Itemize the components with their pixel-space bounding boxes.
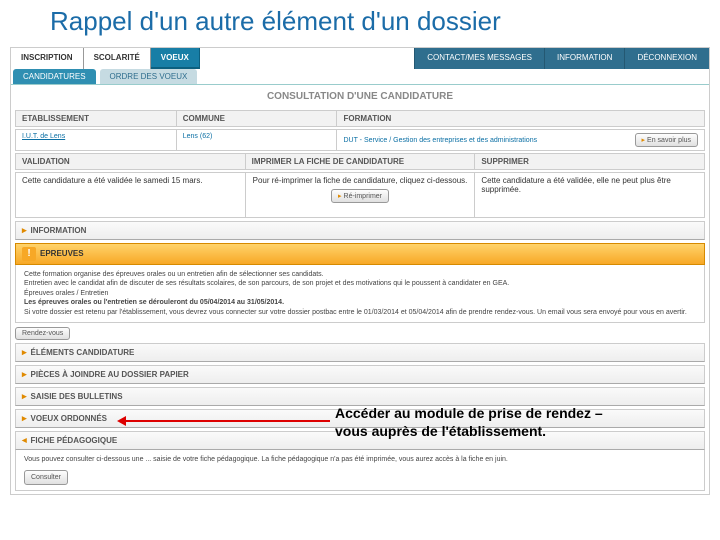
slide-title: Rappel d'un autre élément d'un dossier [0,0,720,47]
consulter-button[interactable]: Consulter [24,470,68,485]
nav-information[interactable]: INFORMATION [544,48,624,69]
reimprimer-button[interactable]: ▸Ré-imprimer [331,189,389,203]
rendez-vous-button[interactable]: Rendez-vous [15,327,70,340]
commune-cell: Lens (62) [177,130,338,150]
table1-header: ETABLISSEMENT COMMUNE FORMATION [15,110,705,127]
alert-icon: ! [22,247,36,261]
table2-row: Cette candidature a été validée le samed… [15,172,705,218]
nav-contact[interactable]: CONTACT/MES MESSAGES [414,48,544,69]
en-savoir-plus-button[interactable]: ▸En savoir plus [635,133,698,147]
validation-cell: Cette candidature a été validée le samed… [16,173,246,217]
imprimer-text: Pour ré-imprimer la fiche de candidature… [252,176,469,185]
page-title: CONSULTATION D'UNE CANDIDATURE [11,85,709,108]
acc-fiche-body: Vous pouvez consulter ci-dessous une ...… [15,450,705,491]
chevron-down-icon: ▾ [19,438,30,443]
nav-inscription[interactable]: INSCRIPTION [11,48,84,69]
acc-information[interactable]: ▸INFORMATION [15,221,705,240]
formation-cell: DUT - Service / Gestion des entreprises … [343,137,537,144]
chevron-right-icon: ▸ [338,193,342,200]
col-imprimer: IMPRIMER LA FICHE DE CANDIDATURE [246,154,476,169]
top-nav: INSCRIPTION SCOLARITÉ VOEUX CONTACT/MES … [11,48,709,69]
acc-bulletins[interactable]: ▸SAISIE DES BULLETINS [15,387,705,406]
nav-deconnexion[interactable]: DÉCONNEXION [624,48,709,69]
col-etablissement: ETABLISSEMENT [16,111,177,126]
acc-elements[interactable]: ▸ÉLÉMENTS CANDIDATURE [15,343,705,362]
chevron-right-icon: ▸ [22,347,27,357]
chevron-right-icon: ▸ [22,413,27,423]
chevron-right-icon: ▸ [22,225,27,235]
supprimer-cell: Cette candidature a été validée, elle ne… [475,173,704,217]
acc-epreuves[interactable]: !EPREUVES [15,243,705,265]
table2-header: VALIDATION IMPRIMER LA FICHE DE CANDIDAT… [15,153,705,170]
chevron-right-icon: ▸ [642,137,646,144]
tab-candidatures[interactable]: CANDIDATURES [13,69,96,84]
annotation-arrow-icon [120,420,330,422]
etab-link[interactable]: I.U.T. de Lens [22,133,65,140]
col-validation: VALIDATION [16,154,246,169]
table1-row: I.U.T. de Lens Lens (62) DUT - Service /… [15,129,705,151]
chevron-right-icon: ▸ [22,391,27,401]
nav-voeux[interactable]: VOEUX [151,48,200,69]
col-supprimer: SUPPRIMER [475,154,704,169]
col-formation: FORMATION [337,111,704,126]
acc-pieces[interactable]: ▸PIÈCES À JOINDRE AU DOSSIER PAPIER [15,365,705,384]
col-commune: COMMUNE [177,111,338,126]
acc-epreuves-body: Cette formation organise des épreuves or… [15,265,705,323]
annotation-text: Accéder au module de prise de rendez – v… [335,405,605,440]
chevron-right-icon: ▸ [22,369,27,379]
subtabs: CANDIDATURES ORDRE DES VOEUX [11,69,709,85]
nav-scolarite[interactable]: SCOLARITÉ [84,48,151,69]
tab-ordre-voeux[interactable]: ORDRE DES VOEUX [100,69,198,84]
